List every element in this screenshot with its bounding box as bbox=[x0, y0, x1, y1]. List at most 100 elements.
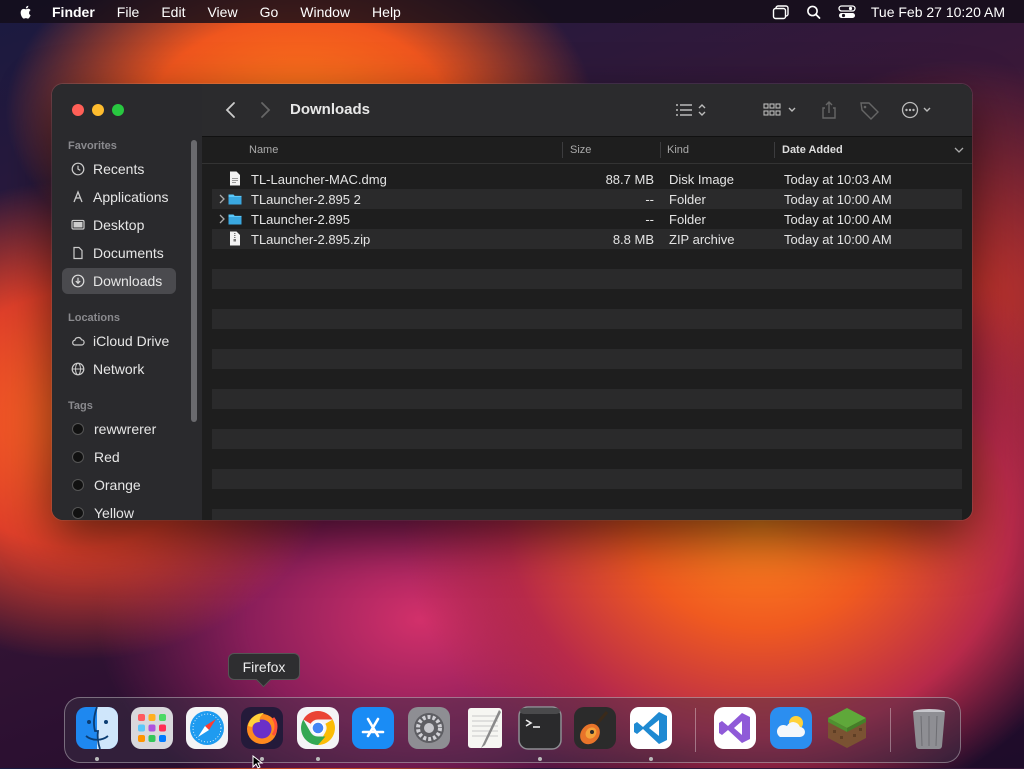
garageband-app-icon[interactable] bbox=[573, 706, 617, 750]
share-icon[interactable] bbox=[820, 100, 838, 120]
empty-row bbox=[212, 389, 962, 409]
app-store-app-icon[interactable] bbox=[351, 706, 395, 750]
menu-extras: Tue Feb 27 10:20 AM bbox=[772, 4, 1024, 20]
menu-view[interactable]: View bbox=[207, 4, 237, 20]
finder-app-icon[interactable] bbox=[75, 706, 119, 750]
file-name: TLauncher-2.895 2 bbox=[251, 192, 361, 207]
back-chevron-icon[interactable] bbox=[224, 100, 238, 120]
toolbar: Downloads bbox=[202, 84, 972, 137]
menu-help[interactable]: Help bbox=[372, 4, 401, 20]
sidebar-item-label: Applications bbox=[93, 189, 169, 205]
sidebar-item-label: Network bbox=[93, 361, 145, 377]
sidebar-tag-orange[interactable]: Orange bbox=[62, 472, 176, 498]
file-date: Today at 10:00 AM bbox=[784, 232, 892, 247]
trash-app-icon[interactable] bbox=[907, 706, 951, 750]
apple-logo-icon[interactable] bbox=[18, 4, 34, 20]
tag-icon[interactable] bbox=[858, 100, 880, 120]
document-icon bbox=[230, 171, 240, 186]
sidebar-tag-yellow[interactable]: Yellow bbox=[62, 500, 176, 520]
minimize-button[interactable] bbox=[92, 104, 104, 116]
more-options-icon[interactable] bbox=[900, 100, 936, 120]
sidebar-item-applications[interactable]: Applications bbox=[62, 184, 176, 210]
menu-file[interactable]: File bbox=[117, 4, 140, 20]
list-view-icon[interactable] bbox=[674, 100, 710, 120]
column-separator[interactable] bbox=[660, 142, 661, 158]
control-center-icon[interactable] bbox=[838, 4, 856, 20]
applications-icon bbox=[73, 190, 83, 203]
empty-row bbox=[212, 369, 962, 389]
table-row[interactable]: TL-Launcher-MAC.dmg 88.7 MB Disk Image T… bbox=[212, 169, 962, 189]
column-kind[interactable]: Kind bbox=[667, 144, 689, 156]
menu-app-name[interactable]: Finder bbox=[52, 4, 95, 20]
empty-row bbox=[212, 409, 962, 429]
menu-window[interactable]: Window bbox=[300, 4, 350, 20]
terminal-app-icon[interactable] bbox=[518, 706, 562, 750]
sidebar-scrollbar[interactable] bbox=[191, 140, 197, 422]
column-size[interactable]: Size bbox=[570, 144, 591, 156]
table-row[interactable]: TLauncher-2.895 -- Folder Today at 10:00… bbox=[212, 209, 962, 229]
safari-app-icon[interactable] bbox=[185, 706, 229, 750]
column-name[interactable]: Name bbox=[249, 144, 278, 156]
visual-studio-app-icon[interactable] bbox=[713, 706, 757, 750]
minecraft-app-icon[interactable] bbox=[825, 706, 869, 750]
file-size: -- bbox=[645, 192, 654, 207]
column-separator[interactable] bbox=[774, 142, 775, 158]
zoom-button[interactable] bbox=[112, 104, 124, 116]
file-kind: Disk Image bbox=[669, 172, 735, 187]
textedit-app-icon[interactable] bbox=[463, 706, 507, 750]
tag-dot-icon bbox=[72, 423, 84, 435]
empty-row bbox=[212, 489, 962, 509]
menu-bar: Finder File Edit View Go Window Help Tue… bbox=[0, 0, 1024, 23]
firefox-app-icon[interactable] bbox=[240, 706, 284, 750]
sidebar-item-downloads[interactable]: Downloads bbox=[62, 268, 176, 294]
folder-icon bbox=[228, 194, 242, 205]
file-date: Today at 10:00 AM bbox=[784, 192, 892, 207]
zip-icon bbox=[230, 231, 240, 246]
sidebar-tag-red[interactable]: Red bbox=[62, 444, 176, 470]
tag-dot-icon bbox=[72, 479, 84, 491]
tag-dot-icon bbox=[72, 507, 84, 519]
file-name: TL-Launcher-MAC.dmg bbox=[251, 172, 387, 187]
clock-icon bbox=[71, 162, 85, 176]
cloud-icon bbox=[72, 336, 85, 346]
sidebar-tag-rewwrerer[interactable]: rewwrerer bbox=[62, 416, 176, 442]
disclosure-chevron-icon[interactable] bbox=[217, 213, 227, 225]
menu-clock[interactable]: Tue Feb 27 10:20 AM bbox=[871, 4, 1005, 20]
dock-divider bbox=[695, 708, 696, 752]
sort-chevron-down-icon[interactable] bbox=[954, 146, 964, 154]
document-icon bbox=[73, 246, 83, 260]
sidebar-favorites-title: Favorites bbox=[68, 140, 117, 152]
system-settings-app-icon[interactable] bbox=[407, 706, 451, 750]
table-row[interactable]: TLauncher-2.895.zip 8.8 MB ZIP archive T… bbox=[212, 229, 962, 249]
launchpad-app-icon[interactable] bbox=[130, 706, 174, 750]
stage-manager-icon[interactable] bbox=[772, 4, 790, 20]
dock bbox=[64, 697, 961, 763]
sidebar-item-desktop[interactable]: Desktop bbox=[62, 212, 176, 238]
empty-row bbox=[212, 469, 962, 489]
group-icon[interactable] bbox=[762, 100, 800, 120]
column-separator[interactable] bbox=[562, 142, 563, 158]
window-title: Downloads bbox=[290, 101, 371, 118]
column-date-added[interactable]: Date Added bbox=[782, 144, 843, 156]
sidebar-item-network[interactable]: Network bbox=[62, 356, 176, 382]
finder-window: Favorites Recents Applications Desktop D… bbox=[52, 84, 972, 520]
vscode-app-icon[interactable] bbox=[629, 706, 673, 750]
empty-row bbox=[212, 429, 962, 449]
running-indicator bbox=[316, 757, 320, 761]
chrome-app-icon[interactable] bbox=[296, 706, 340, 750]
spotlight-search-icon[interactable] bbox=[805, 4, 823, 20]
disclosure-chevron-icon[interactable] bbox=[217, 193, 227, 205]
empty-row bbox=[212, 309, 962, 329]
menu-edit[interactable]: Edit bbox=[161, 4, 185, 20]
file-browser: Downloads Name Size Kind Date Added TL-L… bbox=[202, 84, 972, 520]
close-button[interactable] bbox=[72, 104, 84, 116]
sidebar-item-recents[interactable]: Recents bbox=[62, 156, 176, 182]
forward-chevron-icon[interactable] bbox=[258, 100, 272, 120]
empty-row bbox=[212, 509, 962, 520]
sidebar-item-icloud-drive[interactable]: iCloud Drive bbox=[62, 328, 176, 354]
file-name: TLauncher-2.895 bbox=[251, 212, 351, 227]
weather-app-icon[interactable] bbox=[769, 706, 813, 750]
menu-go[interactable]: Go bbox=[260, 4, 279, 20]
sidebar-item-documents[interactable]: Documents bbox=[62, 240, 176, 266]
table-row[interactable]: TLauncher-2.895 2 -- Folder Today at 10:… bbox=[212, 189, 962, 209]
